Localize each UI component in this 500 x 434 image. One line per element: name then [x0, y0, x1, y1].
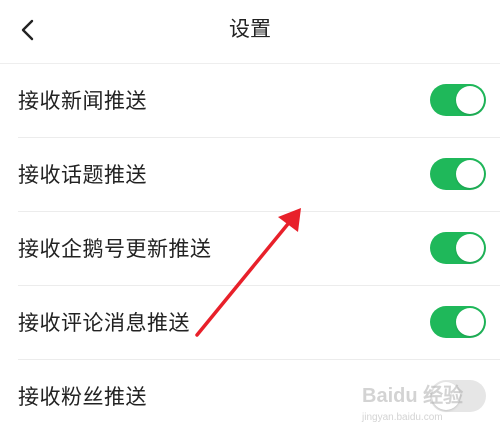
setting-row-news: 接收新闻推送 [18, 64, 500, 138]
setting-label: 接收话题推送 [18, 163, 147, 187]
setting-row-penguin: 接收企鹅号更新推送 [18, 212, 500, 286]
setting-row-fans: 接收粉丝推送 [18, 360, 500, 434]
header-bar: 设置 [0, 0, 500, 64]
toggle-knob [456, 308, 484, 336]
setting-row-topic: 接收话题推送 [18, 138, 500, 212]
settings-list: 接收新闻推送 接收话题推送 接收企鹅号更新推送 接收评论消息推送 接收粉丝推送 [0, 64, 500, 434]
setting-row-comment: 接收评论消息推送 [18, 286, 500, 360]
setting-label: 接收评论消息推送 [18, 311, 190, 335]
topic-push-toggle[interactable] [430, 158, 486, 190]
fans-push-toggle[interactable] [430, 380, 486, 412]
toggle-knob [456, 86, 484, 114]
comment-push-toggle[interactable] [430, 306, 486, 338]
page-title: 设置 [229, 17, 271, 41]
penguin-update-push-toggle[interactable] [430, 232, 486, 264]
setting-label: 接收企鹅号更新推送 [18, 237, 212, 261]
setting-label: 接收粉丝推送 [18, 385, 147, 409]
toggle-knob [456, 160, 484, 188]
toggle-knob [432, 382, 460, 410]
toggle-knob [456, 234, 484, 262]
setting-label: 接收新闻推送 [18, 89, 147, 113]
news-push-toggle[interactable] [430, 84, 486, 116]
